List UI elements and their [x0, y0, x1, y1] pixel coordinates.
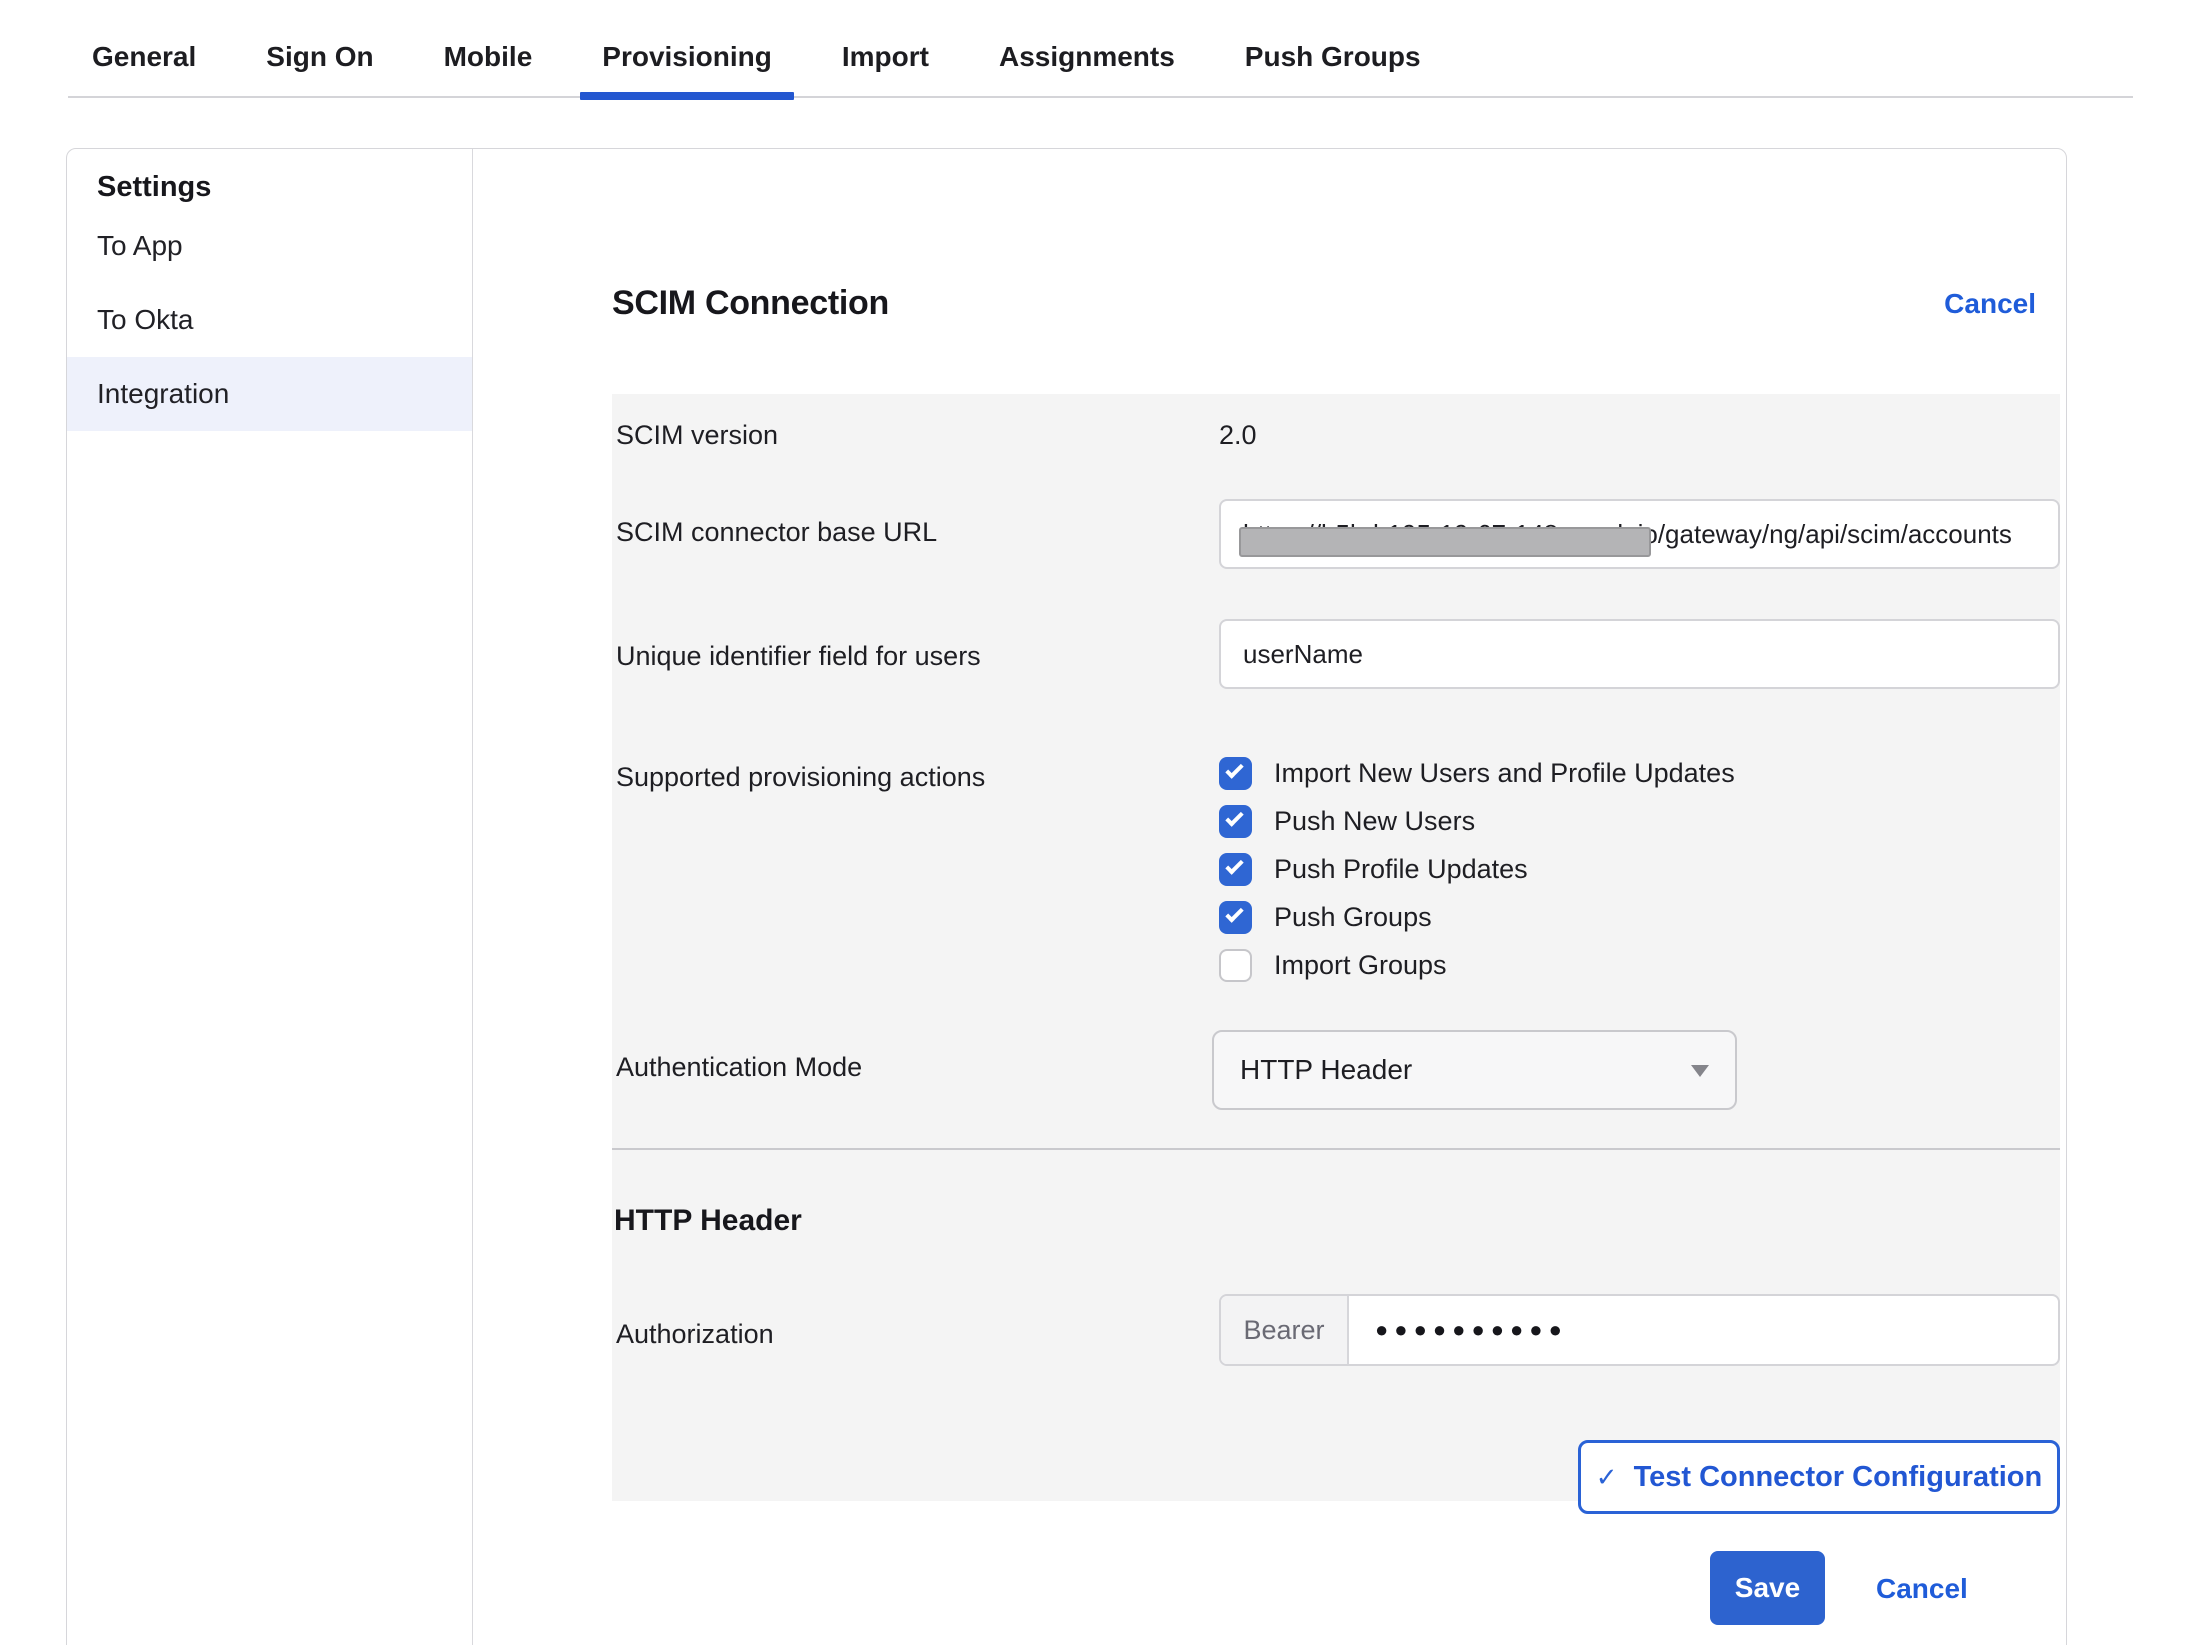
checkbox-push-profile-updates[interactable]: [1219, 853, 1252, 886]
checkmark-icon: [1225, 760, 1243, 778]
checkbox-row: Push New Users: [1219, 804, 1475, 838]
settings-sidebar: Settings To App To Okta Integration: [67, 149, 473, 1645]
scim-version-value: 2.0: [1219, 420, 1257, 451]
cancel-button-bottom[interactable]: Cancel: [1876, 1573, 1968, 1605]
chevron-down-icon: [1691, 1065, 1709, 1077]
checkbox-import-new-users[interactable]: [1219, 757, 1252, 790]
checkbox-label: Push Groups: [1274, 900, 1432, 934]
checkbox-row: Import Groups: [1219, 948, 1447, 982]
redaction-bar: [1239, 527, 1651, 557]
checkbox-push-groups[interactable]: [1219, 901, 1252, 934]
page: General Sign On Mobile Provisioning Impo…: [0, 0, 2201, 1645]
authorization-label: Authorization: [616, 1319, 774, 1350]
sidebar-item-integration[interactable]: Integration: [67, 357, 472, 431]
tab-push-groups[interactable]: Push Groups: [1245, 40, 1421, 100]
check-icon: ✓: [1596, 1462, 1618, 1493]
checkbox-label: Push New Users: [1274, 804, 1475, 838]
content-area: SCIM Connection Cancel SCIM version 2.0 …: [546, 149, 2060, 1645]
provisioning-actions-label: Supported provisioning actions: [616, 762, 985, 793]
tab-mobile[interactable]: Mobile: [444, 40, 533, 100]
auth-mode-dropdown[interactable]: HTTP Header: [1212, 1030, 1737, 1110]
auth-mode-label: Authentication Mode: [616, 1052, 862, 1083]
heading-row: SCIM Connection Cancel: [612, 284, 2060, 323]
base-url-label: SCIM connector base URL: [616, 517, 937, 548]
section-divider: [612, 1148, 2060, 1150]
bearer-prefix: Bearer: [1221, 1296, 1349, 1364]
checkbox-label: Import New Users and Profile Updates: [1274, 756, 1735, 790]
checkbox-import-groups[interactable]: [1219, 949, 1252, 982]
checkbox-label: Push Profile Updates: [1274, 852, 1528, 886]
save-button[interactable]: Save: [1710, 1551, 1825, 1625]
checkbox-label: Import Groups: [1274, 948, 1447, 982]
checkmark-icon: [1225, 904, 1243, 922]
cancel-link-top[interactable]: Cancel: [1944, 288, 2036, 320]
sidebar-item-to-okta[interactable]: To Okta: [67, 283, 472, 357]
base-url-input[interactable]: https://b5bd-195-19-67-148.ngrok.io/gate…: [1219, 499, 2060, 569]
checkbox-row: Import New Users and Profile Updates: [1219, 756, 1735, 790]
scim-version-label: SCIM version: [616, 420, 778, 451]
app-tabbar: General Sign On Mobile Provisioning Impo…: [92, 40, 1421, 100]
scim-form: SCIM version 2.0 SCIM connector base URL…: [612, 394, 2060, 1501]
unique-id-label: Unique identifier field for users: [616, 641, 981, 672]
sidebar-header: Settings: [67, 165, 472, 209]
tab-sign-on[interactable]: Sign On: [266, 40, 373, 100]
tab-general[interactable]: General: [92, 40, 196, 100]
sidebar-item-to-app[interactable]: To App: [67, 209, 472, 283]
checkbox-push-new-users[interactable]: [1219, 805, 1252, 838]
authorization-token-input[interactable]: ●●●●●●●●●●: [1349, 1296, 1568, 1364]
test-connector-label: Test Connector Configuration: [1634, 1461, 2043, 1494]
checkbox-row: Push Profile Updates: [1219, 852, 1528, 886]
checkmark-icon: [1225, 808, 1243, 826]
auth-mode-value: HTTP Header: [1214, 1054, 1412, 1086]
authorization-input-group: Bearer ●●●●●●●●●●: [1219, 1294, 2060, 1366]
tab-provisioning[interactable]: Provisioning: [602, 40, 772, 100]
tab-assignments[interactable]: Assignments: [999, 40, 1175, 100]
checkbox-row: Push Groups: [1219, 900, 1432, 934]
checkmark-icon: [1225, 856, 1243, 874]
page-title: SCIM Connection: [612, 284, 889, 323]
test-connector-configuration-button[interactable]: ✓ Test Connector Configuration: [1578, 1440, 2060, 1514]
unique-id-value: userName: [1221, 639, 1363, 670]
http-header-section-title: HTTP Header: [614, 1204, 802, 1238]
tab-import[interactable]: Import: [842, 40, 929, 100]
unique-id-input[interactable]: userName: [1219, 619, 2060, 689]
provisioning-panel: Settings To App To Okta Integration SCIM…: [66, 148, 2067, 1645]
